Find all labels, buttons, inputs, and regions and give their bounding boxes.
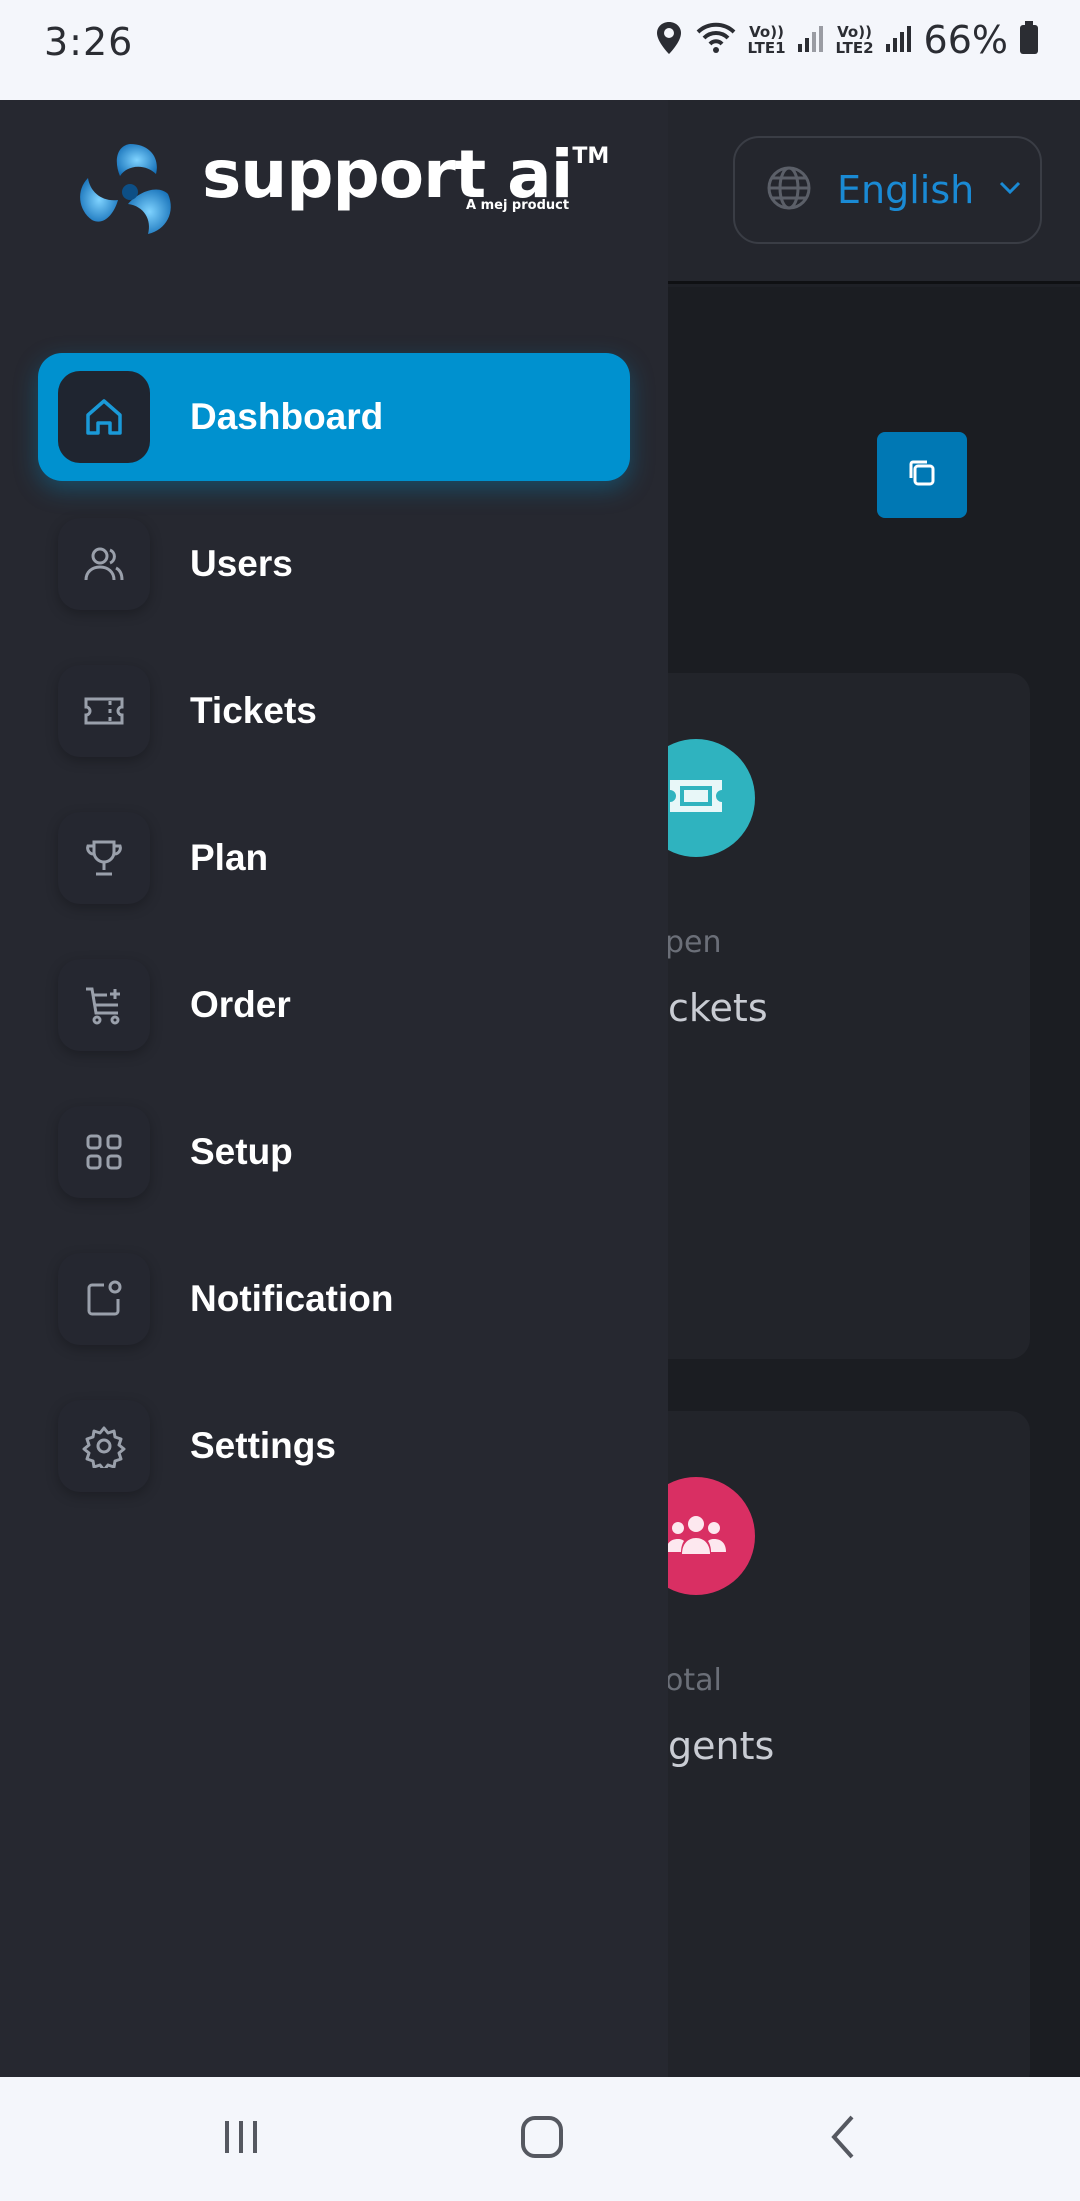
sidebar-item-dashboard[interactable]: Dashboard (38, 353, 630, 481)
sidebar-item-label: Order (190, 984, 291, 1025)
sidebar-item-label: Settings (190, 1425, 336, 1466)
card-title: ckets (668, 986, 768, 1030)
trophy-icon (58, 812, 150, 904)
copy-button[interactable] (877, 432, 967, 518)
card-subtitle: otal (665, 1663, 722, 1698)
cart-icon (58, 959, 150, 1051)
sidebar-item-setup[interactable]: Setup (38, 1088, 630, 1216)
users-group-icon (664, 1512, 728, 1560)
chevron-down-icon (998, 180, 1022, 200)
card-subtitle: pen (665, 925, 722, 960)
home-square-icon (518, 2113, 566, 2165)
back-button[interactable] (812, 2107, 876, 2171)
sim1-label: Vo)) LTE1 (747, 23, 786, 57)
chevron-left-icon (824, 2113, 864, 2165)
sidebar-item-label: Tickets (190, 690, 317, 731)
recent-apps-icon (219, 2115, 263, 2163)
tagline: A mej product (466, 198, 570, 213)
wifi-icon (694, 20, 738, 60)
home-icon (58, 371, 150, 463)
sidebar-item-tickets[interactable]: Tickets (38, 647, 630, 775)
users-icon (58, 518, 150, 610)
sidebar-item-label: Plan (190, 837, 269, 878)
sidebar-item-label: Notification (190, 1278, 394, 1319)
sidebar-item-plan[interactable]: Plan (38, 794, 630, 922)
language-label: English (837, 168, 975, 212)
home-button[interactable] (510, 2107, 574, 2171)
battery-percent: 66% (923, 18, 1008, 62)
system-navigation-bar (0, 2077, 1080, 2201)
status-icons: Vo)) LTE1 Vo)) LTE2 66% (654, 18, 1040, 62)
recent-apps-button[interactable] (209, 2107, 273, 2171)
sidebar-item-notification[interactable]: Notification (38, 1235, 630, 1363)
status-bar: 3:26 Vo)) LTE1 Vo)) LTE2 66% (0, 0, 1080, 100)
grid-icon (58, 1106, 150, 1198)
sidebar-item-users[interactable]: Users (38, 500, 630, 628)
globe-icon (765, 164, 813, 216)
card-title: gents (668, 1724, 775, 1768)
language-selector[interactable]: English (733, 136, 1042, 244)
sidebar-item-label: Dashboard (190, 396, 384, 437)
ticket-icon (58, 665, 150, 757)
signal-icon (796, 22, 826, 58)
copy-icon (905, 456, 939, 494)
location-icon (654, 20, 684, 60)
trademark: TM (572, 144, 610, 169)
sidebar-item-order[interactable]: Order (38, 941, 630, 1069)
logo-mark-icon (70, 134, 194, 252)
sidebar-item-label: Setup (190, 1131, 293, 1172)
ticket-icon (666, 776, 726, 820)
sidebar-item-settings[interactable]: Settings (38, 1382, 630, 1510)
signal-icon (884, 22, 914, 58)
sidebar-item-label: Users (190, 543, 293, 584)
gear-icon (58, 1400, 150, 1492)
sim2-label: Vo)) LTE2 (835, 23, 874, 57)
logo: support ai TM A mej product (70, 134, 609, 252)
battery-icon (1018, 20, 1040, 60)
clock: 3:26 (44, 20, 134, 64)
notification-icon (58, 1253, 150, 1345)
